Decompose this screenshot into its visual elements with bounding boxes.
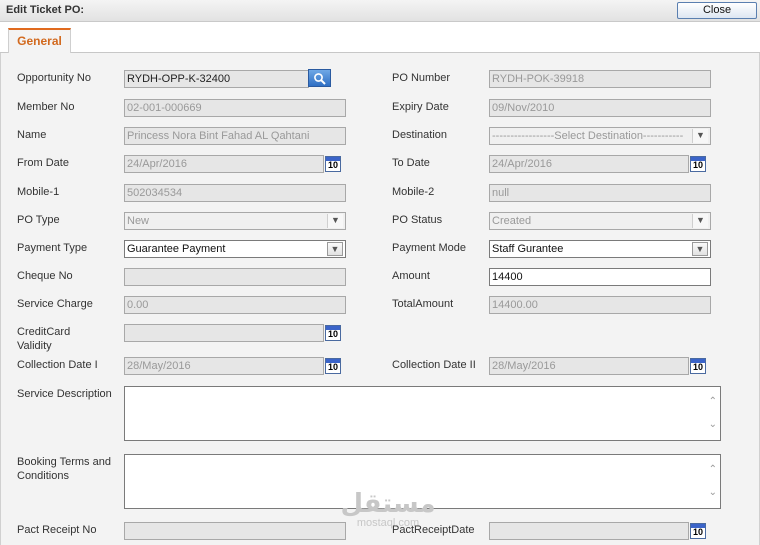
pact-receipt-no-field[interactable] bbox=[124, 522, 346, 540]
name-label: Name bbox=[17, 129, 47, 141]
credit-card-validity-label-line1: CreditCard bbox=[17, 326, 71, 338]
calendar-icon[interactable]: 10 bbox=[325, 358, 341, 374]
watermark-arabic: مستقل bbox=[340, 489, 436, 519]
po-status-label: PO Status bbox=[392, 214, 443, 226]
calendar-icon[interactable]: 10 bbox=[325, 325, 341, 341]
chevron-down-icon: ▼ bbox=[692, 214, 708, 228]
mobile-1-label: Mobile-1 bbox=[17, 186, 60, 198]
chevron-down-icon: ▼ bbox=[327, 214, 343, 228]
payment-mode-label: Payment Mode bbox=[392, 242, 466, 254]
payment-mode-select-value: Staff Gurantee bbox=[492, 243, 564, 255]
expiry-date-label: Expiry Date bbox=[392, 101, 449, 113]
po-type-label: PO Type bbox=[17, 214, 60, 226]
total-amount-label: TotalAmount bbox=[392, 298, 454, 310]
service-charge-field[interactable]: 0.00 bbox=[124, 296, 346, 314]
calendar-icon-day: 10 bbox=[327, 160, 338, 170]
collection-date-2-label: Collection Date II bbox=[392, 359, 476, 371]
scrollbar[interactable]: ⌃ ⌄ bbox=[703, 387, 720, 440]
payment-type-label: Payment Type bbox=[17, 242, 88, 254]
chevron-up-icon[interactable]: ⌃ bbox=[709, 465, 717, 475]
po-type-select-value: New bbox=[127, 215, 150, 227]
close-button[interactable]: Close bbox=[677, 2, 757, 19]
destination-label: Destination bbox=[392, 129, 448, 141]
to-date-label: To Date bbox=[392, 157, 430, 169]
booking-terms-label-line1: Booking Terms and bbox=[17, 456, 111, 468]
service-description-label: Service Description bbox=[17, 388, 112, 400]
pact-receipt-date-label: PactReceiptDate bbox=[392, 524, 475, 536]
from-date-label: From Date bbox=[17, 157, 69, 169]
po-number-field[interactable]: RYDH-POK-39918 bbox=[489, 70, 711, 88]
member-no-field[interactable]: 02-001-000669 bbox=[124, 99, 346, 117]
credit-card-validity-label-line2: Validity bbox=[17, 340, 52, 352]
calendar-icon[interactable]: 10 bbox=[325, 156, 341, 172]
calendar-icon[interactable]: 10 bbox=[690, 156, 706, 172]
pact-receipt-no-label: Pact Receipt No bbox=[17, 524, 97, 536]
to-date-field[interactable]: 24/Apr/2016 bbox=[489, 155, 689, 173]
calendar-icon[interactable]: 10 bbox=[690, 358, 706, 374]
po-type-select[interactable]: New ▼ bbox=[124, 212, 346, 230]
calendar-icon-day: 10 bbox=[692, 527, 703, 537]
cheque-no-label: Cheque No bbox=[17, 270, 73, 282]
calendar-icon-day: 10 bbox=[327, 329, 338, 339]
mobile-1-field[interactable]: 502034534 bbox=[124, 184, 346, 202]
window-title-bar: Edit Ticket PO: Close bbox=[0, 0, 760, 22]
collection-date-1-field[interactable]: 28/May/2016 bbox=[124, 357, 324, 375]
credit-card-validity-field[interactable] bbox=[124, 324, 324, 342]
chevron-down-icon[interactable]: ⌄ bbox=[709, 488, 717, 498]
tab-general[interactable]: General bbox=[8, 28, 71, 54]
payment-type-select[interactable]: Guarantee Payment ▼ bbox=[124, 240, 346, 258]
member-no-label: Member No bbox=[17, 101, 75, 113]
mobile-2-label: Mobile-2 bbox=[392, 186, 435, 198]
window-title: Edit Ticket PO: bbox=[6, 4, 85, 16]
name-field[interactable]: Princess Nora Bint Fahad AL Qahtani bbox=[124, 127, 346, 145]
collection-date-1-label: Collection Date I bbox=[17, 359, 98, 371]
collection-date-2-field[interactable]: 28/May/2016 bbox=[489, 357, 689, 375]
mobile-2-field[interactable]: null bbox=[489, 184, 711, 202]
destination-select-value: -----------------Select Destination-----… bbox=[492, 130, 684, 142]
calendar-icon-day: 10 bbox=[327, 362, 338, 372]
po-status-select[interactable]: Created ▼ bbox=[489, 212, 711, 230]
opportunity-no-label: Opportunity No bbox=[17, 72, 91, 84]
tab-strip: General bbox=[0, 22, 760, 54]
po-number-label: PO Number bbox=[392, 72, 451, 84]
chevron-up-icon[interactable]: ⌃ bbox=[709, 397, 717, 407]
pact-receipt-date-field[interactable] bbox=[489, 522, 689, 540]
scrollbar[interactable]: ⌃ ⌄ bbox=[703, 455, 720, 508]
calendar-icon-day: 10 bbox=[692, 160, 703, 170]
service-description-textarea[interactable]: ⌃ ⌄ bbox=[124, 386, 721, 441]
from-date-field[interactable]: 24/Apr/2016 bbox=[124, 155, 324, 173]
calendar-icon[interactable]: 10 bbox=[690, 523, 706, 539]
opportunity-no-field[interactable]: RYDH-OPP-K-32400 bbox=[124, 70, 309, 88]
payment-mode-select[interactable]: Staff Gurantee ▼ bbox=[489, 240, 711, 258]
destination-select[interactable]: -----------------Select Destination-----… bbox=[489, 127, 711, 145]
chevron-down-icon[interactable]: ⌄ bbox=[709, 420, 717, 430]
calendar-icon-day: 10 bbox=[692, 362, 703, 372]
booking-terms-label-line2: Conditions bbox=[17, 470, 69, 482]
amount-label: Amount bbox=[392, 270, 430, 282]
chevron-down-icon: ▼ bbox=[692, 242, 708, 256]
amount-field[interactable]: 14400 bbox=[489, 268, 711, 286]
service-charge-label: Service Charge bbox=[17, 298, 93, 310]
expiry-date-field[interactable]: 09/Nov/2010 bbox=[489, 99, 711, 117]
po-status-select-value: Created bbox=[492, 215, 532, 227]
chevron-down-icon: ▼ bbox=[327, 242, 343, 256]
search-icon bbox=[314, 73, 326, 85]
chevron-down-icon: ▼ bbox=[692, 129, 708, 143]
cheque-no-field[interactable] bbox=[124, 268, 346, 286]
payment-type-select-value: Guarantee Payment bbox=[127, 243, 226, 255]
opportunity-search-button[interactable] bbox=[308, 69, 331, 87]
total-amount-field[interactable]: 14400.00 bbox=[489, 296, 711, 314]
